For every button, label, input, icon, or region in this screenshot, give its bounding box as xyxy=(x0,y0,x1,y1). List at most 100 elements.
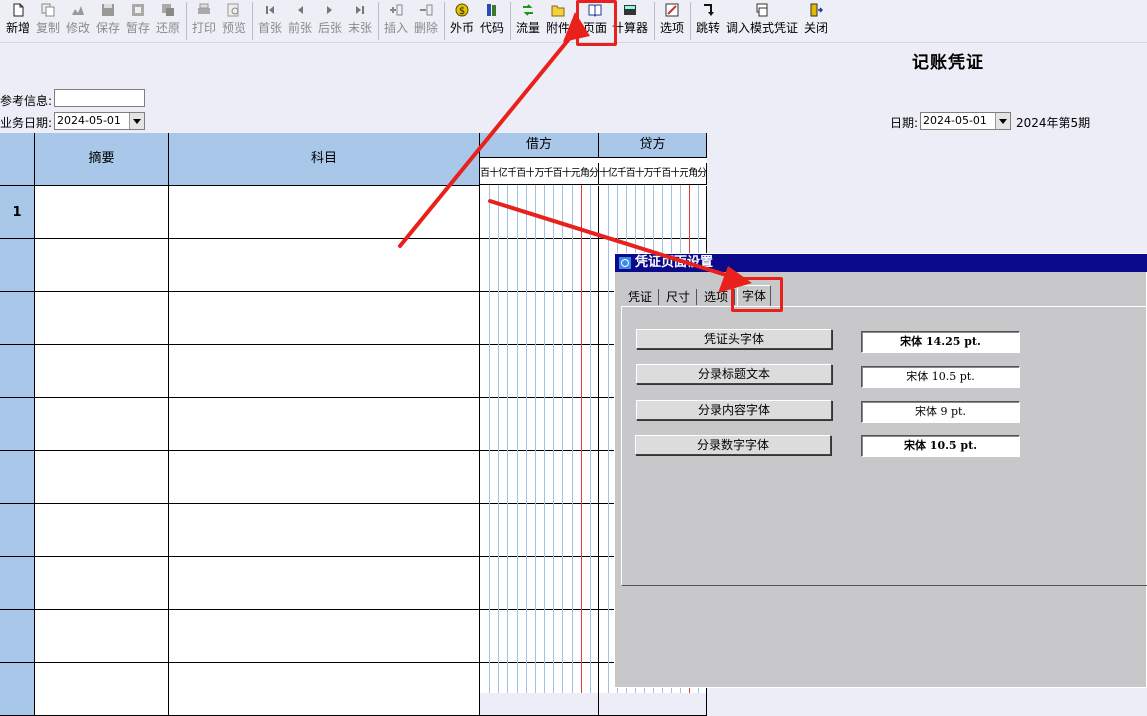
ref-info-input[interactable] xyxy=(54,89,145,107)
new-button[interactable]: 新增 xyxy=(4,0,32,42)
tab-separator xyxy=(696,289,697,305)
voucher-entry-grid: 摘要 科目 借方 贷方 百十亿千百十万千百十元角分 十亿千百十万千百十元角分 1 xyxy=(0,133,707,716)
summary-cell[interactable] xyxy=(35,557,169,610)
account-cell[interactable] xyxy=(169,292,480,345)
temp-save-button[interactable]: 暂存 xyxy=(124,0,152,42)
summary-cell[interactable] xyxy=(35,451,169,504)
debit-column-header: 借方 xyxy=(480,133,599,158)
preview-icon xyxy=(227,3,239,17)
tab-options[interactable]: 选项 xyxy=(701,287,731,307)
debit-digit-label: 角 xyxy=(579,168,589,179)
toolbar-separator xyxy=(186,2,187,40)
next-label: 后张 xyxy=(317,21,342,35)
row-number[interactable] xyxy=(0,663,35,716)
first-button[interactable]: 首张 xyxy=(256,0,284,42)
date-label: 日期: xyxy=(890,116,919,130)
entry-title-font-button[interactable]: 分录标题文本 xyxy=(636,364,832,384)
voucher-header-font-button[interactable]: 凭证头字体 xyxy=(636,329,832,349)
credit-column-header: 贷方 xyxy=(599,133,707,158)
account-cell[interactable] xyxy=(169,186,480,239)
restore-button[interactable]: 还原 xyxy=(154,0,182,42)
close-button[interactable]: 关闭 xyxy=(802,0,830,42)
print-icon xyxy=(198,3,210,14)
save-icon xyxy=(102,4,114,16)
row-number[interactable] xyxy=(0,451,35,504)
credit-digit-label: 分 xyxy=(697,168,707,179)
entry-content-font-button[interactable]: 分录内容字体 xyxy=(636,400,832,420)
annotation-highlight-font-tab xyxy=(731,277,783,312)
debit-digit-label: 千 xyxy=(507,168,517,179)
load-template-button[interactable]: 调入模式凭证 xyxy=(724,0,800,42)
last-button[interactable]: 末张 xyxy=(346,0,374,42)
account-cell[interactable] xyxy=(169,398,480,451)
summary-cell[interactable] xyxy=(35,398,169,451)
flow-icon xyxy=(523,4,533,16)
row-number[interactable]: 1 xyxy=(0,186,35,239)
row-number[interactable] xyxy=(0,398,35,451)
debit-digit-label: 十 xyxy=(561,168,571,179)
row-number[interactable] xyxy=(0,504,35,557)
delete-icon xyxy=(420,4,433,16)
credit-digit-label: 百 xyxy=(661,168,671,179)
edit-button[interactable]: 修改 xyxy=(64,0,92,42)
row-number[interactable] xyxy=(0,345,35,398)
row-number[interactable] xyxy=(0,557,35,610)
chevron-down-icon[interactable] xyxy=(129,113,144,129)
preview-button[interactable]: 预览 xyxy=(220,0,248,42)
account-cell[interactable] xyxy=(169,451,480,504)
chevron-down-icon[interactable] xyxy=(995,113,1010,129)
date-value: 2024-05-01 xyxy=(923,114,987,127)
summary-cell[interactable] xyxy=(35,663,169,716)
summary-cell[interactable] xyxy=(35,504,169,557)
calculator-button[interactable]: 计算器 xyxy=(612,0,648,42)
summary-cell[interactable] xyxy=(35,239,169,292)
biz-date-combo[interactable]: 2024-05-01 xyxy=(54,112,145,130)
code-button[interactable]: 代码 xyxy=(478,0,506,42)
insert-button[interactable]: 插入 xyxy=(382,0,410,42)
prev-button[interactable]: 前张 xyxy=(286,0,314,42)
options-button[interactable]: 选项 xyxy=(658,0,686,42)
flow-label: 流量 xyxy=(515,21,540,35)
edit-icon xyxy=(72,6,84,15)
summary-cell[interactable] xyxy=(35,345,169,398)
annotation-highlight-page-button xyxy=(576,0,617,46)
attachment-button[interactable]: 附件 xyxy=(544,0,572,42)
digit-column-line xyxy=(571,185,573,693)
row-number[interactable] xyxy=(0,292,35,345)
new-file-icon xyxy=(13,3,24,17)
voucher-header-font-value: 宋体 14.25 pt. xyxy=(861,331,1020,353)
digit-column-line xyxy=(516,185,518,693)
account-cell[interactable] xyxy=(169,239,480,292)
delete-button[interactable]: 删除 xyxy=(412,0,440,42)
next-button[interactable]: 后张 xyxy=(316,0,344,42)
temp-save-icon xyxy=(132,4,144,16)
tab-size[interactable]: 尺寸 xyxy=(663,287,693,307)
row-number[interactable] xyxy=(0,239,35,292)
summary-cell[interactable] xyxy=(35,292,169,345)
summary-cell[interactable] xyxy=(35,186,169,239)
dialog-titlebar[interactable]: 凭证页面设置 xyxy=(615,254,1147,272)
delete-label: 删除 xyxy=(413,21,438,35)
save-button[interactable]: 保存 xyxy=(94,0,122,42)
account-cell[interactable] xyxy=(169,557,480,610)
edit-label: 修改 xyxy=(65,21,90,35)
digit-column-line xyxy=(589,185,591,693)
debit-digit-label: 万 xyxy=(534,168,544,179)
flow-button[interactable]: 流量 xyxy=(514,0,542,42)
print-button[interactable]: 打印 xyxy=(190,0,218,42)
row-number[interactable] xyxy=(0,610,35,663)
account-cell[interactable] xyxy=(169,504,480,557)
summary-cell[interactable] xyxy=(35,610,169,663)
date-combo[interactable]: 2024-05-01 xyxy=(920,112,1011,130)
account-cell[interactable] xyxy=(169,663,480,716)
entry-number-font-button[interactable]: 分录数字字体 xyxy=(635,435,831,455)
code-icon xyxy=(487,4,496,16)
copy-button[interactable]: 复制 xyxy=(34,0,62,42)
print-label: 打印 xyxy=(191,21,216,35)
account-cell[interactable] xyxy=(169,345,480,398)
account-cell[interactable] xyxy=(169,610,480,663)
currency-button[interactable]: $ 外币 xyxy=(448,0,476,42)
jump-button[interactable]: 跳转 xyxy=(694,0,722,42)
digit-column-line xyxy=(525,185,527,693)
tab-voucher[interactable]: 凭证 xyxy=(625,287,655,307)
